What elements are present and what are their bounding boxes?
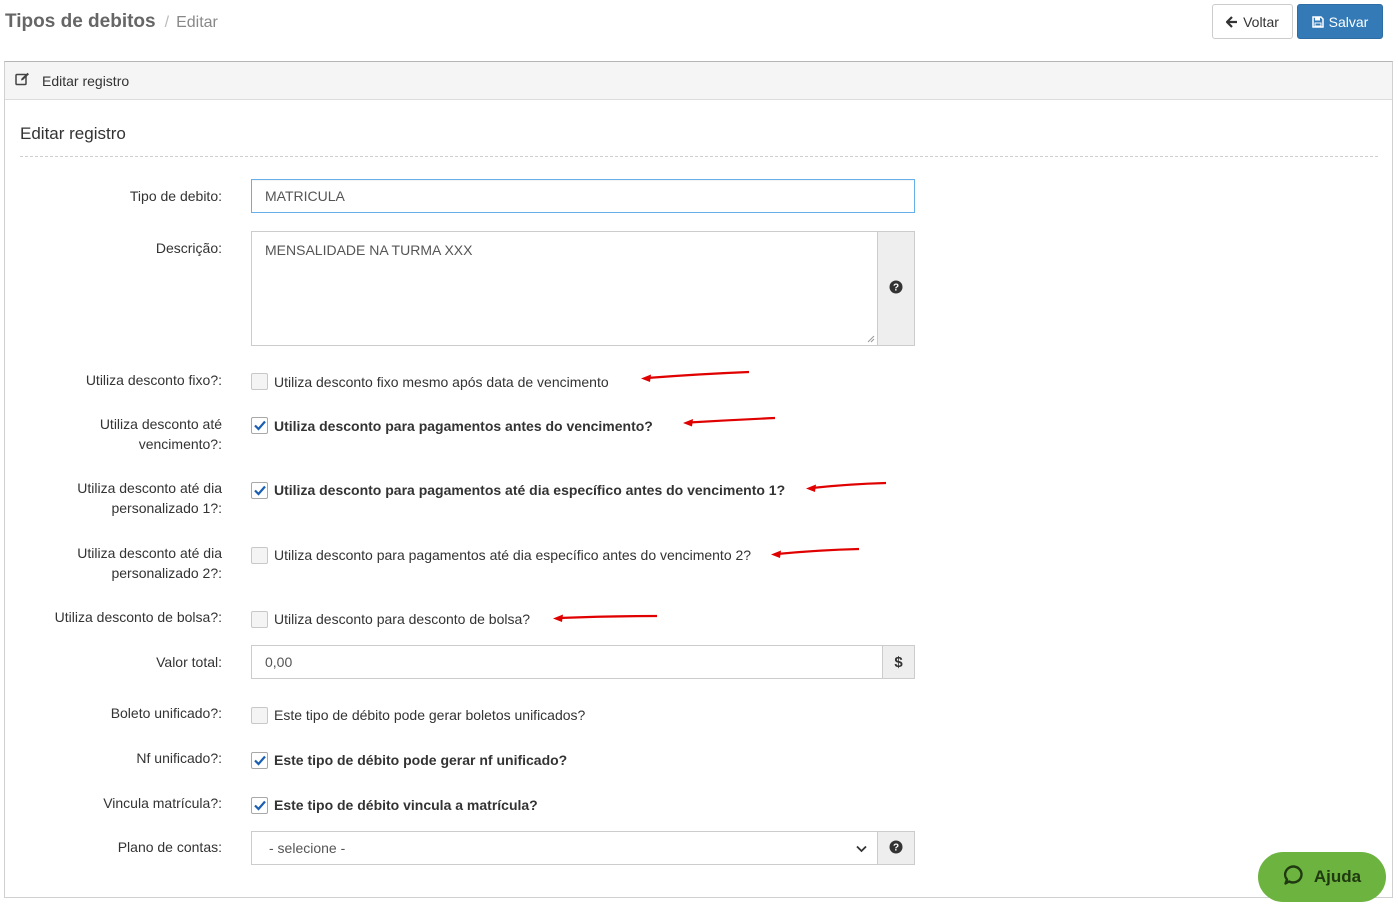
vincula-checkbox[interactable] <box>251 797 268 814</box>
boleto-checkbox[interactable] <box>251 707 268 724</box>
desconto-dia2-label: Utiliza desconto até dia personalizado 2… <box>5 543 222 583</box>
breadcrumb-title[interactable]: Tipos de debitos <box>5 11 156 32</box>
breadcrumb-current: Editar <box>176 14 218 31</box>
desconto-vencimento-text: Utiliza desconto para pagamentos antes d… <box>274 418 653 434</box>
dollar-icon: $ <box>894 653 903 671</box>
chat-bubble-icon <box>1283 864 1305 891</box>
desconto-bolsa-text: Utiliza desconto para desconto de bolsa? <box>274 611 531 627</box>
red-arrow-annotation <box>771 547 860 558</box>
dollar-addon: $ <box>882 645 915 679</box>
resize-grip-icon[interactable] <box>867 335 875 343</box>
desconto-dia2-checkbox[interactable] <box>251 547 268 564</box>
check-icon <box>254 755 266 766</box>
descricao-textarea[interactable]: MENSALIDADE NA TURMA XXX <box>251 231 878 346</box>
vincula-text: Este tipo de débito vincula a matrícula? <box>274 797 538 813</box>
edit-panel: Editar registro Editar registro Tipo de … <box>4 61 1393 898</box>
svg-text:?: ? <box>893 842 899 853</box>
desconto-vencimento-label-line1: Utiliza desconto até <box>99 416 222 432</box>
svg-text:?: ? <box>893 283 899 294</box>
red-arrow-annotation <box>641 370 750 382</box>
arrow-left-icon <box>1226 15 1238 28</box>
section-title: Editar registro <box>20 124 126 143</box>
desconto-bolsa-label: Utiliza desconto de bolsa?: <box>54 609 222 625</box>
desconto-vencimento-label-line2: vencimento?: <box>138 436 222 452</box>
descricao-help-addon[interactable]: ? <box>877 231 915 346</box>
desconto-vencimento-checkbox[interactable] <box>251 417 268 434</box>
chevron-down-icon <box>856 840 867 856</box>
floppy-disk-icon <box>1311 15 1324 28</box>
red-arrow-annotation <box>683 416 776 427</box>
check-icon <box>254 800 266 811</box>
desconto-dia1-label: Utiliza desconto até dia personalizado 1… <box>5 478 222 518</box>
vincula-label: Vincula matrícula?: <box>103 795 222 811</box>
desconto-dia1-text: Utiliza desconto para pagamentos até dia… <box>274 482 786 498</box>
plano-help-addon[interactable]: ? <box>877 831 915 865</box>
valor-input[interactable]: 0,00 <box>251 645 883 679</box>
check-icon <box>254 420 266 431</box>
save-button-label: Salvar <box>1328 13 1369 30</box>
descricao-label: Descrição: <box>155 240 222 256</box>
help-button[interactable]: Ajuda <box>1258 852 1386 902</box>
panel-header-title: Editar registro <box>42 72 130 89</box>
nf-label: Nf unificado?: <box>136 750 222 766</box>
save-button[interactable]: Salvar <box>1297 4 1383 39</box>
tipo-input-value: MATRICULA <box>265 188 345 204</box>
plano-select-value: - selecione - <box>269 840 346 856</box>
question-circle-icon: ? <box>889 840 903 857</box>
nf-checkbox[interactable] <box>251 752 268 769</box>
back-button[interactable]: Voltar <box>1212 4 1293 39</box>
help-button-label: Ajuda <box>1313 867 1362 886</box>
descricao-textarea-value: MENSALIDADE NA TURMA XXX <box>265 242 473 258</box>
panel-header: Editar registro <box>5 62 1392 100</box>
check-icon <box>254 485 266 496</box>
desconto-vencimento-label: Utiliza desconto até vencimento?: <box>5 414 222 454</box>
red-arrow-annotation <box>806 481 887 492</box>
desconto-dia2-label-line2: personalizado 2?: <box>111 565 222 581</box>
desconto-fixo-checkbox[interactable] <box>251 373 268 390</box>
question-circle-icon: ? <box>889 280 903 297</box>
desconto-dia1-label-line2: personalizado 1?: <box>111 500 222 516</box>
boleto-label: Boleto unificado?: <box>110 705 222 721</box>
desconto-dia1-checkbox[interactable] <box>251 482 268 499</box>
desconto-fixo-text: Utiliza desconto fixo mesmo após data de… <box>274 374 609 390</box>
edit-icon <box>15 72 30 89</box>
tipo-label: Tipo de debito: <box>129 188 222 204</box>
desconto-dia1-label-line1: Utiliza desconto até dia <box>77 480 222 496</box>
section-divider <box>20 156 1378 157</box>
valor-input-value: 0,00 <box>265 654 293 670</box>
desconto-dia2-text: Utiliza desconto para pagamentos até dia… <box>274 547 752 563</box>
plano-label: Plano de contas: <box>117 839 222 855</box>
desconto-fixo-label: Utiliza desconto fixo?: <box>85 372 222 388</box>
red-arrow-annotation <box>553 614 658 622</box>
valor-label: Valor total: <box>156 654 222 670</box>
plano-select[interactable]: - selecione - <box>251 831 878 865</box>
nf-text: Este tipo de débito pode gerar nf unific… <box>274 752 568 768</box>
breadcrumb: Tipos de debitos / Editar <box>5 11 218 33</box>
boleto-text: Este tipo de débito pode gerar boletos u… <box>274 707 586 723</box>
back-button-label: Voltar <box>1243 13 1279 30</box>
tipo-input[interactable]: MATRICULA <box>251 179 915 213</box>
desconto-bolsa-checkbox[interactable] <box>251 611 268 628</box>
top-bar: Tipos de debitos / Editar Voltar Salvar <box>0 0 1398 56</box>
breadcrumb-separator: / <box>164 14 170 31</box>
desconto-dia2-label-line1: Utiliza desconto até dia <box>77 545 222 561</box>
